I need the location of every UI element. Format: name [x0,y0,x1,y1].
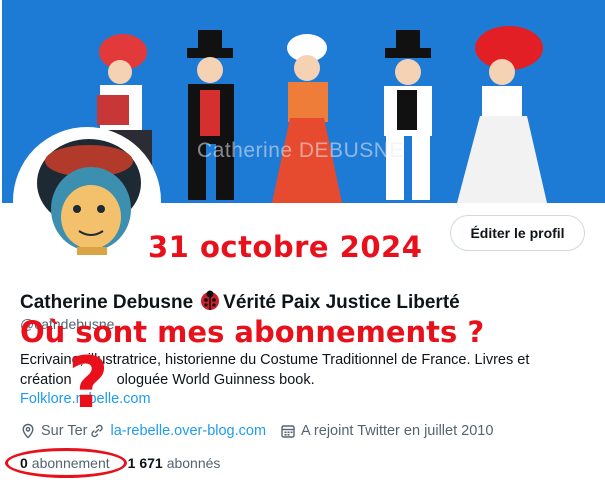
location-icon [22,423,34,439]
profile-meta: Sur Ter la-rebelle.over-blog.com A rejoi… [20,423,493,439]
display-name: Catherine Debusne Vérité Paix Justice Li… [20,289,460,317]
website[interactable]: la-rebelle.over-blog.com [89,423,266,439]
annotation-date: 31 octobre 2024 [148,230,423,264]
website-link[interactable]: la-rebelle.over-blog.com [110,423,266,439]
calendar-icon [281,425,295,438]
location: Sur Ter [20,423,87,439]
banner-watermark: Catherine DEBUSNE [197,139,404,162]
followers-count-link[interactable]: 1 671 abonnés [128,455,221,471]
display-name-text: Catherine Debusne [20,292,194,313]
link-icon [91,424,104,438]
location-text: Sur Ter [41,423,88,439]
bio-line-2-start: création [20,372,72,388]
join-date: A rejoint Twitter en juillet 2010 [280,423,493,439]
ladybug-icon [199,289,221,317]
followers-label: abonnés [166,455,221,471]
edit-profile-button[interactable]: Éditer le profil [450,215,585,251]
followers-count: 1 671 [127,455,163,471]
join-date-text: A rejoint Twitter en juillet 2010 [301,423,494,439]
bio-line-2-end: ologuée World Guinness book. [116,372,315,388]
avatar[interactable] [13,127,161,275]
avatar-illustration [17,131,157,271]
annotation-ellipse [5,448,127,478]
annotation-question-mark: ? [68,342,109,424]
display-name-suffix: Vérité Paix Justice Liberté [223,292,460,313]
